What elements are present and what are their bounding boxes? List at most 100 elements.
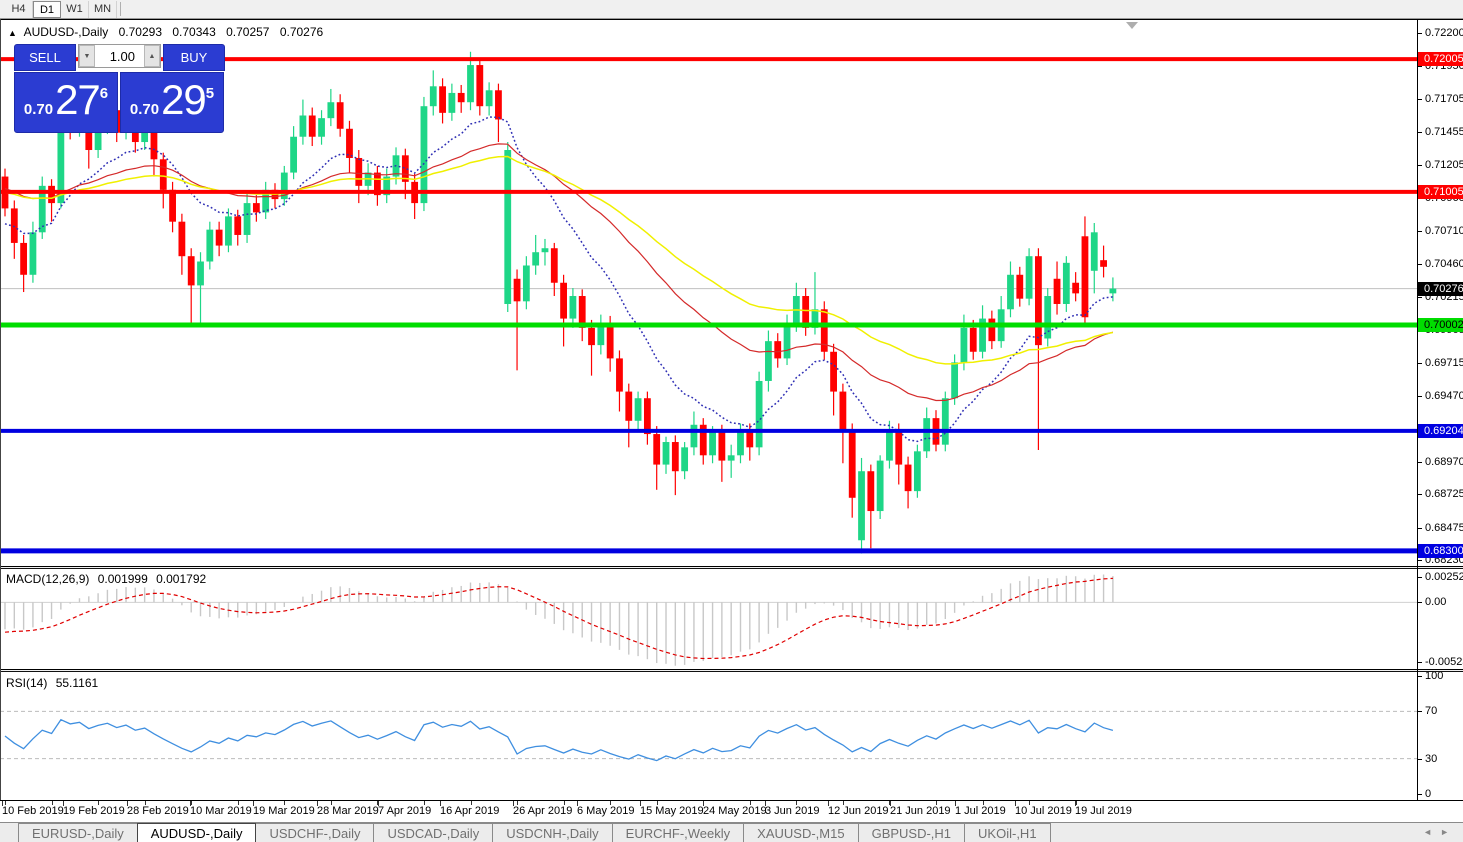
rsi-axis-tick [1418, 676, 1422, 677]
candle-body [765, 341, 772, 381]
rsi-axis-tick [1418, 758, 1422, 760]
buy-price-pip: 5 [205, 85, 215, 102]
macd-axis-label: 0.00 [1425, 596, 1447, 609]
timeframe-button-h4[interactable]: H4 [5, 1, 33, 18]
date-label: 19 Mar 2019 [253, 805, 315, 817]
collapse-chart-icon[interactable]: ▲ [8, 28, 17, 38]
candle-body [941, 398, 949, 445]
rsi-pane-separator[interactable] [0, 669, 1463, 672]
candle-body [588, 327, 595, 346]
timeframe-toolbar: H4 D1 W1 MN [0, 0, 1463, 19]
date-label: 16 Apr 2019 [440, 805, 500, 817]
rsi-indicator-canvas[interactable] [0, 672, 1417, 798]
timeframe-button-mn[interactable]: MN [89, 1, 117, 18]
candle-body [243, 203, 251, 235]
price-axis-tick [1418, 230, 1422, 232]
sell-button[interactable]: SELL [14, 44, 76, 71]
ohlc-high: 0.70343 [172, 25, 216, 39]
ma-line-34 [4, 143, 1114, 402]
candle-body [830, 351, 837, 392]
ohlc-close: 0.70276 [279, 25, 324, 39]
tab-scroll-arrows: ◄► [1423, 827, 1457, 837]
rsi-axis-tick [1418, 711, 1422, 713]
candle-body [1081, 236, 1089, 318]
date-label: 12 Jun 2019 [828, 805, 889, 817]
macd-signal-line [4, 577, 1113, 660]
chart-tab-audusd-daily[interactable]: AUDUSD-,Daily [136, 823, 257, 842]
chart-tab-usdcad-daily[interactable]: USDCAD-,Daily [373, 823, 494, 842]
timeframe-button-w1[interactable]: W1 [61, 1, 89, 18]
price-axis-tick [1418, 33, 1422, 35]
candle-body [48, 185, 55, 204]
candle-body [29, 232, 37, 275]
current-price-label: 0.70276 [1418, 281, 1463, 296]
chart-tab-ukoil-h1[interactable]: UKOil-,H1 [964, 823, 1051, 842]
candle-body [476, 65, 484, 107]
candle-body [1016, 274, 1024, 299]
chart-left-border [0, 19, 1, 800]
price-shift-marker-icon[interactable] [1126, 22, 1138, 29]
macd-signal-value: 0.001792 [156, 572, 207, 586]
volume-decrease-icon[interactable]: ▼ [79, 45, 95, 67]
macd-axis-tick [1418, 602, 1422, 604]
price-axis-divider [1417, 19, 1418, 800]
macd-indicator-canvas[interactable] [0, 569, 1417, 669]
chart-tab-usdchf-daily[interactable]: USDCHF-,Daily [255, 823, 375, 842]
candle-body [606, 322, 614, 359]
candle-body [150, 128, 158, 160]
candle-body [774, 341, 782, 359]
candle-body [858, 471, 865, 541]
volume-input[interactable] [95, 45, 144, 67]
macd-pane-separator[interactable] [0, 566, 1463, 569]
candle-body [346, 128, 353, 158]
candle-body [951, 362, 959, 399]
candle-body [913, 451, 921, 492]
macd-name: MACD(12,26,9) [6, 572, 90, 586]
date-label: 1 Jul 2019 [955, 805, 1006, 817]
chart-tab-eurusd-daily[interactable]: EURUSD-,Daily [18, 823, 138, 842]
candle-body [690, 424, 698, 448]
candle-body [197, 261, 204, 286]
level-price-label: 0.69204 [1418, 423, 1463, 438]
rsi-axis-tick [1418, 794, 1422, 795]
sell-price-pip: 6 [99, 85, 109, 102]
chart-tab-eurchf-weekly[interactable]: EURCHF-,Weekly [611, 823, 745, 842]
candle-body [541, 248, 549, 253]
price-axis-tick [1418, 363, 1422, 365]
date-label: 24 May 2019 [703, 805, 767, 817]
tab-scroll-right-icon[interactable]: ► [1440, 827, 1457, 837]
candle-body [625, 391, 633, 421]
sell-price-prefix: 0.70 [23, 101, 54, 118]
candle-body [1044, 296, 1052, 339]
date-axis[interactable]: 10 Feb 2019 19 Feb 2019 28 Feb 2019 10 Mar … [0, 800, 1463, 822]
level-price-label: 0.70002 [1418, 317, 1463, 332]
candle-body [988, 318, 996, 342]
candle-body [159, 159, 167, 190]
candle-body [1007, 274, 1014, 310]
price-axis-tick [1418, 132, 1422, 134]
chart-tab-gbpusd-h1[interactable]: GBPUSD-,H1 [857, 823, 966, 842]
chart-tab-xauusd-m15[interactable]: XAUUSD-,M15 [743, 823, 859, 842]
volume-increase-icon[interactable]: ▲ [144, 45, 160, 67]
candle-body [234, 216, 242, 235]
candle-body [1035, 256, 1042, 346]
price-axis-tick [1418, 66, 1422, 68]
candle-body [737, 431, 744, 456]
chart-tab-usdcnh-daily[interactable]: USDCNH-,Daily [492, 823, 613, 842]
tab-scroll-left-icon[interactable]: ◄ [1423, 827, 1440, 837]
date-label: 28 Mar 2019 [317, 805, 379, 817]
candle-body [634, 398, 642, 421]
candle-body [215, 229, 223, 246]
sell-price-button[interactable]: 0.70 27 6 [14, 72, 118, 133]
buy-price-button[interactable]: 0.70 29 5 [120, 72, 224, 133]
candle-body [662, 442, 670, 465]
date-label: 19 Jul 2019 [1075, 805, 1132, 817]
candle-body [20, 242, 28, 275]
candle-body [1025, 256, 1033, 299]
price-axis-label: 0.68725 [1425, 488, 1463, 501]
buy-button[interactable]: BUY [163, 44, 225, 71]
macd-axis-tick [1418, 577, 1422, 578]
timeframe-button-d1[interactable]: D1 [33, 1, 61, 18]
price-axis-tick [1418, 395, 1422, 397]
price-axis[interactable]: 0.722000.719500.717050.714550.712050.709… [1418, 19, 1463, 800]
